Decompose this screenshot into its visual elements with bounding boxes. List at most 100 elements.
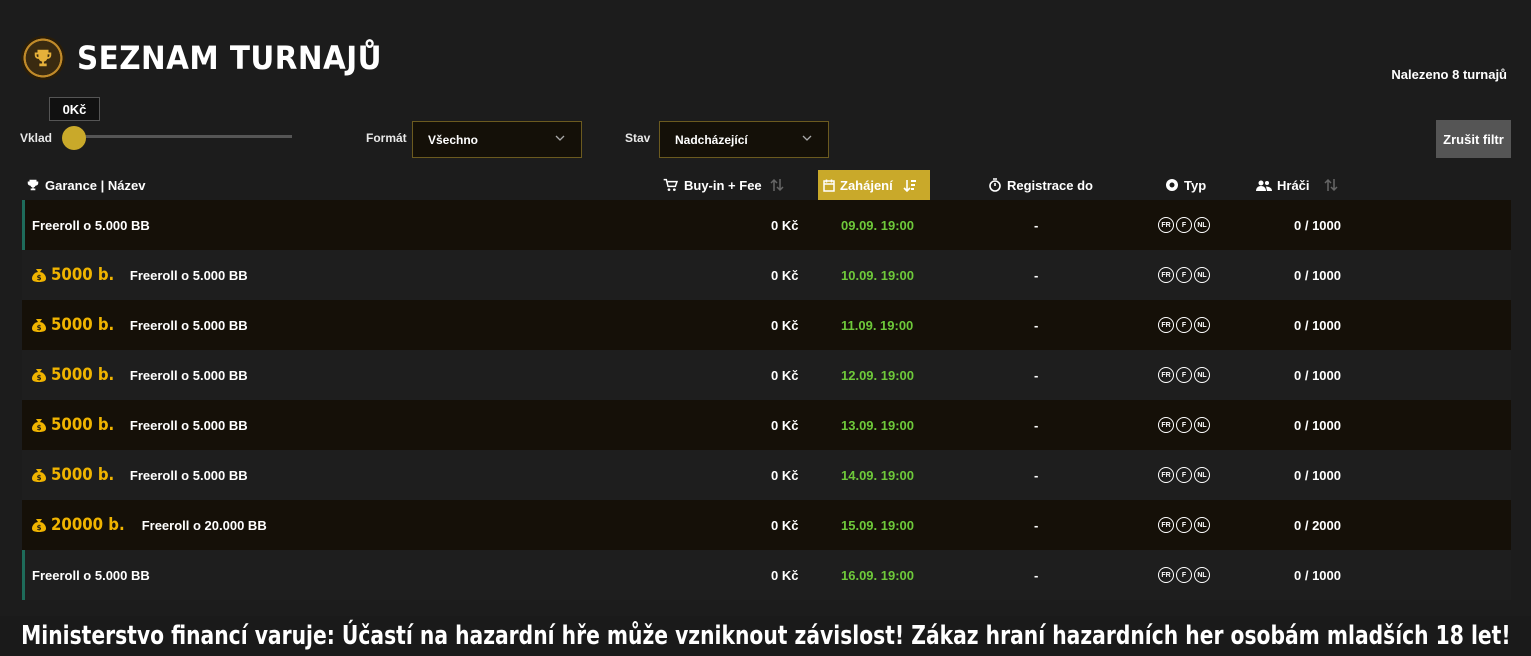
type-icon-nl: NL — [1194, 317, 1210, 333]
sort-icon[interactable] — [1324, 177, 1338, 193]
table-row[interactable]: $ 5000 b. Freeroll o 5.000 BB 0 Kč 11.09… — [22, 300, 1511, 350]
chevron-down-icon — [802, 135, 812, 141]
tournament-name: Freeroll o 5.000 BB — [129, 267, 248, 283]
type-icon-nl: NL — [1194, 217, 1210, 233]
table-row[interactable]: $ 5000 b. Freeroll o 5.000 BB 0 Kč 14.09… — [22, 450, 1511, 500]
players-cell: 0 / 2000 — [1294, 517, 1341, 533]
tournament-name: Freeroll o 20.000 BB — [141, 517, 267, 533]
status-select[interactable]: Nadcházející — [659, 121, 829, 158]
gambling-warning-text: Ministerstvo financí varuje: Účastí na h… — [20, 621, 1511, 651]
buyin-cell: 0 Kč — [771, 267, 799, 283]
buyin-cell: 0 Kč — [771, 367, 799, 383]
tournament-name-cell: Freeroll o 5.000 BB — [32, 550, 150, 600]
title-row: SEZNAM TURNAJŮ — [21, 36, 409, 80]
tournament-table: Freeroll o 5.000 BB 0 Kč 09.09. 19:00 - … — [22, 200, 1511, 600]
players-cell: 0 / 1000 — [1294, 417, 1341, 433]
money-bag-icon: $ — [32, 319, 46, 332]
table-row[interactable]: $ 20000 b. Freeroll o 20.000 BB 0 Kč 15.… — [22, 500, 1511, 550]
type-icon-f: F — [1176, 217, 1192, 233]
registration-cell: - — [1034, 367, 1039, 383]
type-icon-nl: NL — [1194, 267, 1210, 283]
column-header-players[interactable]: Hráči — [1256, 170, 1310, 200]
type-icon-fr: FR — [1158, 417, 1174, 433]
table-row[interactable]: $ 5000 b. Freeroll o 5.000 BB 0 Kč 12.09… — [22, 350, 1511, 400]
type-cell: FR F NL — [1158, 250, 1210, 300]
players-cell: 0 / 1000 — [1294, 217, 1341, 233]
sort-icon[interactable] — [770, 177, 784, 193]
tournament-name: Freeroll o 5.000 BB — [32, 217, 150, 233]
buyin-cell: 0 Kč — [771, 517, 799, 533]
users-icon — [1256, 180, 1272, 191]
type-icon-fr: FR — [1158, 217, 1174, 233]
registration-cell: - — [1034, 517, 1039, 533]
buyin-cell: 0 Kč — [771, 317, 799, 333]
registration-cell: - — [1034, 267, 1039, 283]
column-header-registration-label: Registrace do — [1007, 177, 1093, 193]
start-time-cell: 13.09. 19:00 — [841, 417, 915, 433]
type-cell: FR F NL — [1158, 450, 1210, 500]
svg-text:$: $ — [37, 274, 42, 282]
players-cell: 0 / 1000 — [1294, 467, 1341, 483]
money-bag-icon: $ — [32, 369, 46, 382]
column-header-type[interactable]: Typ — [1165, 170, 1206, 200]
column-header-name-label: Garance | Název — [45, 177, 146, 193]
column-header-start[interactable]: Zahájení — [818, 170, 930, 200]
type-cell: FR F NL — [1158, 350, 1210, 400]
sort-ascending-icon — [903, 180, 916, 192]
buyin-cell: 0 Kč — [771, 567, 799, 583]
money-bag-icon: $ — [32, 419, 46, 432]
money-bag-icon: $ — [32, 269, 46, 282]
type-icon-f: F — [1176, 367, 1192, 383]
guarantee-amount: 5000 b. — [51, 365, 115, 385]
table-row[interactable]: Freeroll o 5.000 BB 0 Kč 16.09. 19:00 - … — [22, 550, 1511, 600]
type-icon-nl: NL — [1194, 417, 1210, 433]
buyin-cell: 0 Kč — [771, 467, 799, 483]
deposit-slider-thumb[interactable] — [62, 126, 86, 150]
type-icon-f: F — [1176, 467, 1192, 483]
type-cell: FR F NL — [1158, 500, 1210, 550]
column-header-type-label: Typ — [1184, 177, 1207, 193]
type-icon-nl: NL — [1194, 567, 1210, 583]
tournament-name-cell: $ 5000 b. Freeroll o 5.000 BB — [31, 400, 248, 450]
type-icon-fr: FR — [1158, 367, 1174, 383]
guarantee-amount: 5000 b. — [51, 315, 115, 335]
column-header-name[interactable]: Garance | Název — [26, 170, 145, 200]
svg-text:$: $ — [37, 424, 42, 432]
reset-filter-button[interactable]: Zrušit filtr — [1436, 120, 1511, 158]
column-header-buyin-label: Buy-in + Fee — [684, 177, 762, 193]
tournament-name: Freeroll o 5.000 BB — [129, 467, 248, 483]
type-icon-nl: NL — [1194, 367, 1210, 383]
tournament-name-cell: $ 5000 b. Freeroll o 5.000 BB — [31, 350, 248, 400]
deposit-slider-track[interactable] — [74, 135, 292, 138]
table-row[interactable]: $ 5000 b. Freeroll o 5.000 BB 0 Kč 13.09… — [22, 400, 1511, 450]
guarantee-amount: 5000 b. — [51, 465, 115, 485]
buyin-cell: 0 Kč — [771, 217, 799, 233]
tournament-name: Freeroll o 5.000 BB — [129, 317, 248, 333]
column-header-buyin[interactable]: Buy-in + Fee — [663, 170, 762, 200]
start-time-cell: 09.09. 19:00 — [841, 217, 915, 233]
format-select-value: Všechno — [428, 132, 479, 147]
deposit-label: Vklad — [20, 131, 53, 145]
money-bag-icon: $ — [32, 519, 46, 532]
column-header-registration[interactable]: Registrace do — [988, 170, 1093, 200]
start-time-cell: 10.09. 19:00 — [841, 267, 915, 283]
svg-text:$: $ — [37, 524, 42, 532]
registration-cell: - — [1034, 567, 1039, 583]
cart-icon — [663, 178, 679, 191]
page-title: SEZNAM TURNAJŮ — [77, 39, 383, 77]
players-cell: 0 / 1000 — [1294, 567, 1341, 583]
tournament-name: Freeroll o 5.000 BB — [129, 367, 248, 383]
table-row[interactable]: Freeroll o 5.000 BB 0 Kč 09.09. 19:00 - … — [22, 200, 1511, 250]
type-icon-f: F — [1176, 517, 1192, 533]
svg-text:$: $ — [37, 474, 42, 482]
column-header-players-label: Hráči — [1277, 177, 1310, 193]
status-label: Stav — [625, 131, 651, 145]
tournament-name-cell: $ 5000 b. Freeroll o 5.000 BB — [31, 300, 248, 350]
tournament-panel: SEZNAM TURNAJŮ Nalezeno 8 turnajů Vklad … — [2, 2, 1528, 616]
type-cell: FR F NL — [1158, 200, 1210, 250]
players-cell: 0 / 1000 — [1294, 367, 1341, 383]
table-row[interactable]: $ 5000 b. Freeroll o 5.000 BB 0 Kč 10.09… — [22, 250, 1511, 300]
tournament-name-cell: Freeroll o 5.000 BB — [32, 200, 150, 250]
type-icon-f: F — [1176, 317, 1192, 333]
format-select[interactable]: Všechno — [412, 121, 582, 158]
